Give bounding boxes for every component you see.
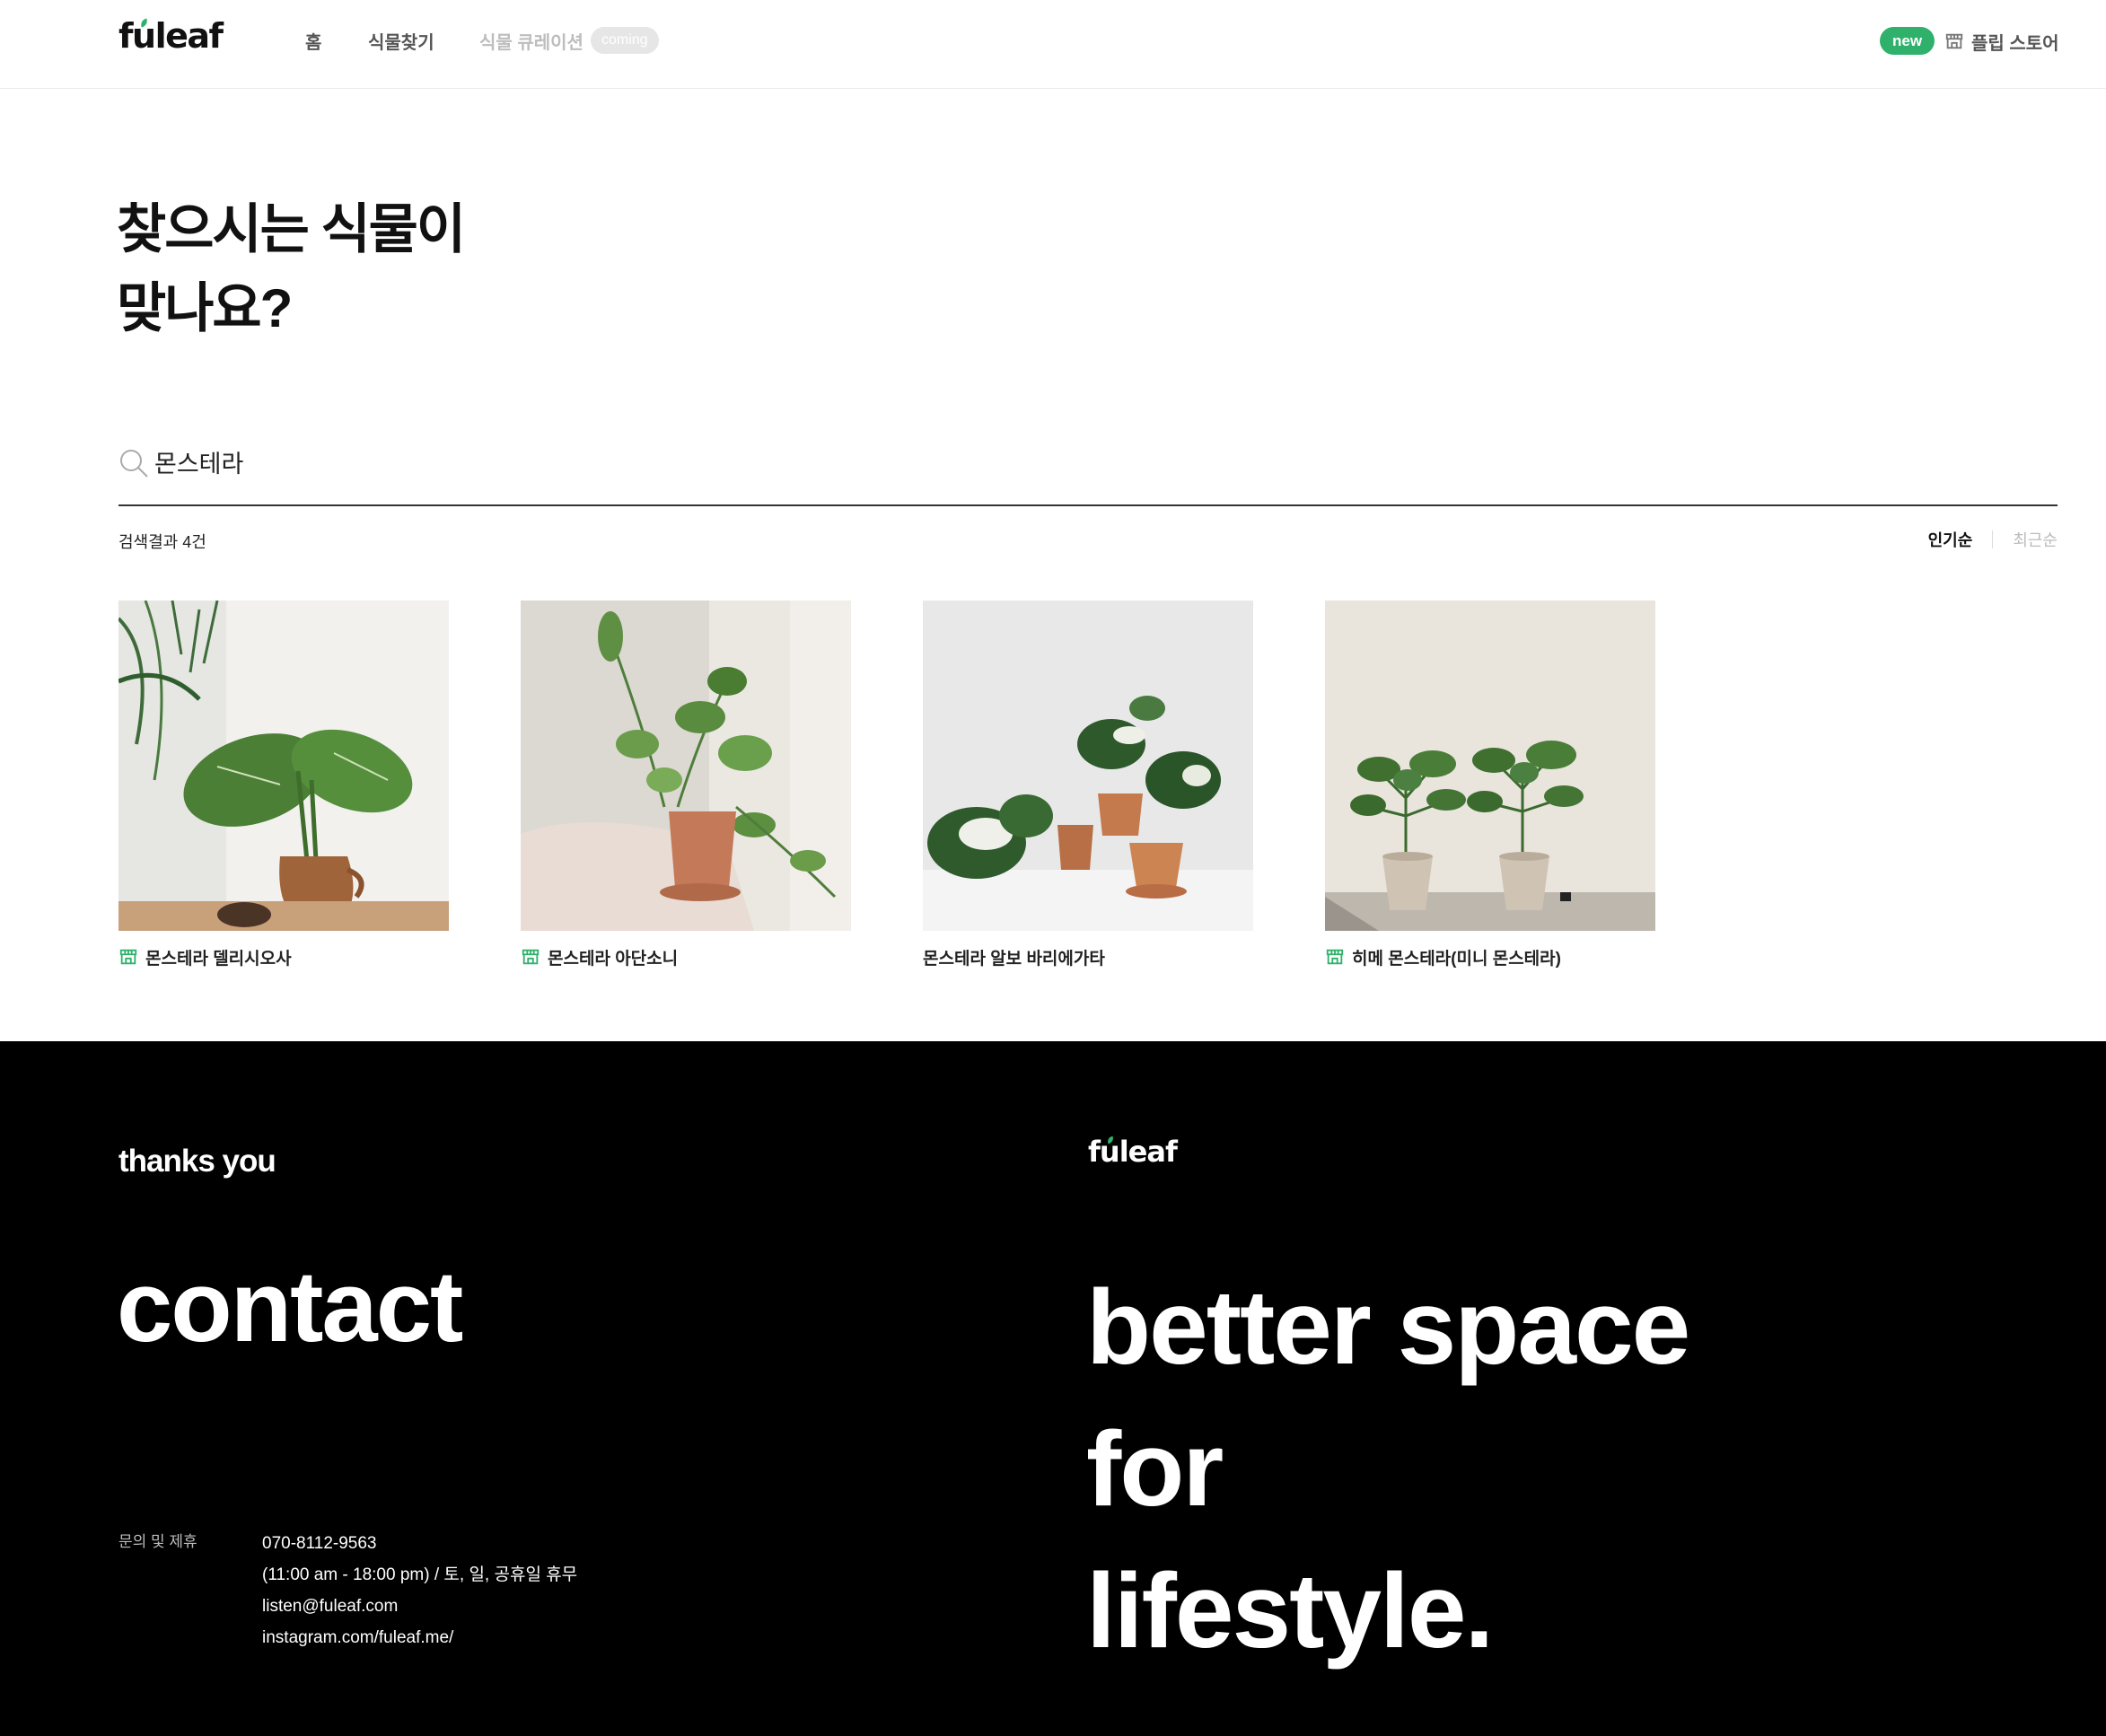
product-label[interactable]: 몬스테라 델리시오사 (118, 945, 449, 969)
product-card[interactable]: 몬스테라 아단소니 (521, 601, 851, 969)
store-icon (1945, 33, 1963, 49)
footer-logo: fu leaf (1088, 1135, 1178, 1169)
slogan-line1: better space (1086, 1268, 1690, 1387)
page-title-line2: 맞나요? (117, 278, 293, 338)
product-label[interactable]: 몬스테라 아단소니 (521, 945, 851, 969)
nav-home[interactable]: 홈 (305, 28, 321, 54)
product-label[interactable]: 히메 몬스테라(미니 몬스테라) (1325, 945, 1655, 969)
footer: thanks you contact 문의 및 제휴 070-8112-9563… (0, 1041, 2106, 1736)
coming-badge: coming (591, 27, 659, 54)
contact-email[interactable]: listen@fuleaf.com (262, 1591, 577, 1622)
logo-text-f: f (118, 16, 134, 56)
product-name: 몬스테라 델리시오사 (145, 949, 292, 969)
store-label: 플립 스토어 (1971, 33, 2059, 54)
sort-divider (1992, 530, 1994, 548)
search-bar (118, 443, 2058, 506)
fuleaf-logo[interactable]: fu leaf (118, 16, 224, 56)
store-link[interactable]: 플립 스토어 (1944, 28, 2059, 55)
footer-logo-u: u (1099, 1135, 1120, 1169)
new-badge: new (1880, 27, 1935, 55)
result-count: 검색결과 4건 (118, 533, 206, 551)
product-card[interactable]: 몬스테라 델리시오사 (118, 601, 449, 969)
product-card[interactable]: 몬스테라 알보 바리에가타 (923, 601, 1253, 969)
product-label[interactable]: 몬스테라 알보 바리에가타 (923, 945, 1253, 969)
product-image[interactable] (521, 601, 851, 931)
product-image[interactable] (118, 601, 449, 931)
product-name: 몬스테라 아단소니 (548, 949, 679, 969)
product-name: 몬스테라 알보 바리에가타 (923, 949, 1105, 969)
logo-text-leaf: leaf (154, 16, 224, 56)
contact-hours: (11:00 am - 18:00 pm) / 토, 일, 공휴일 휴무 (262, 1565, 578, 1584)
footer-logo-f: f (1088, 1135, 1101, 1169)
top-header: fu leaf 홈 식물찾기 식물 큐레이션 coming new 플립 스토어 (0, 0, 2106, 89)
product-name: 히메 몬스테라(미니 몬스테라) (1352, 949, 1561, 969)
sort-recent[interactable]: 최근순 (2013, 528, 2058, 551)
page-title-line1: 찾으시는 식물이 (117, 199, 466, 259)
nav-plant-curation[interactable]: 식물 큐레이션 (479, 28, 584, 54)
sort-options: 인기순 최근순 (1928, 528, 2058, 551)
product-card[interactable]: 히메 몬스테라(미니 몬스테라) (1325, 601, 1655, 969)
search-icon[interactable] (118, 448, 149, 478)
inquiry-label: 문의 및 제휴 (118, 1533, 197, 1550)
slogan-line2: for (1086, 1410, 1224, 1529)
contact-info: 070-8112-9563 (11:00 am - 18:00 pm) / 토,… (262, 1528, 577, 1653)
store-icon (119, 949, 137, 965)
footer-logo-leaf: leaf (1119, 1135, 1178, 1169)
store-icon (522, 949, 540, 965)
contact-instagram[interactable]: instagram.com/fuleaf.me/ (262, 1622, 577, 1653)
store-icon (1326, 949, 1344, 965)
page-title: 찾으시는 식물이 맞나요? (117, 190, 466, 348)
search-input[interactable] (154, 443, 1770, 479)
slogan-line3: lifestyle. (1086, 1552, 1494, 1670)
logo-text-u: u (132, 16, 156, 56)
sort-popular[interactable]: 인기순 (1928, 528, 1973, 551)
contact-phone[interactable]: 070-8112-9563 (262, 1528, 577, 1559)
footer-slogan: better space for lifestyle. (1086, 1257, 1690, 1682)
footer-contact-title: contact (117, 1250, 463, 1363)
product-image[interactable] (923, 601, 1253, 931)
nav-find-plants[interactable]: 식물찾기 (368, 28, 434, 54)
product-image[interactable] (1325, 601, 1655, 931)
footer-thanks: thanks you (118, 1144, 276, 1179)
